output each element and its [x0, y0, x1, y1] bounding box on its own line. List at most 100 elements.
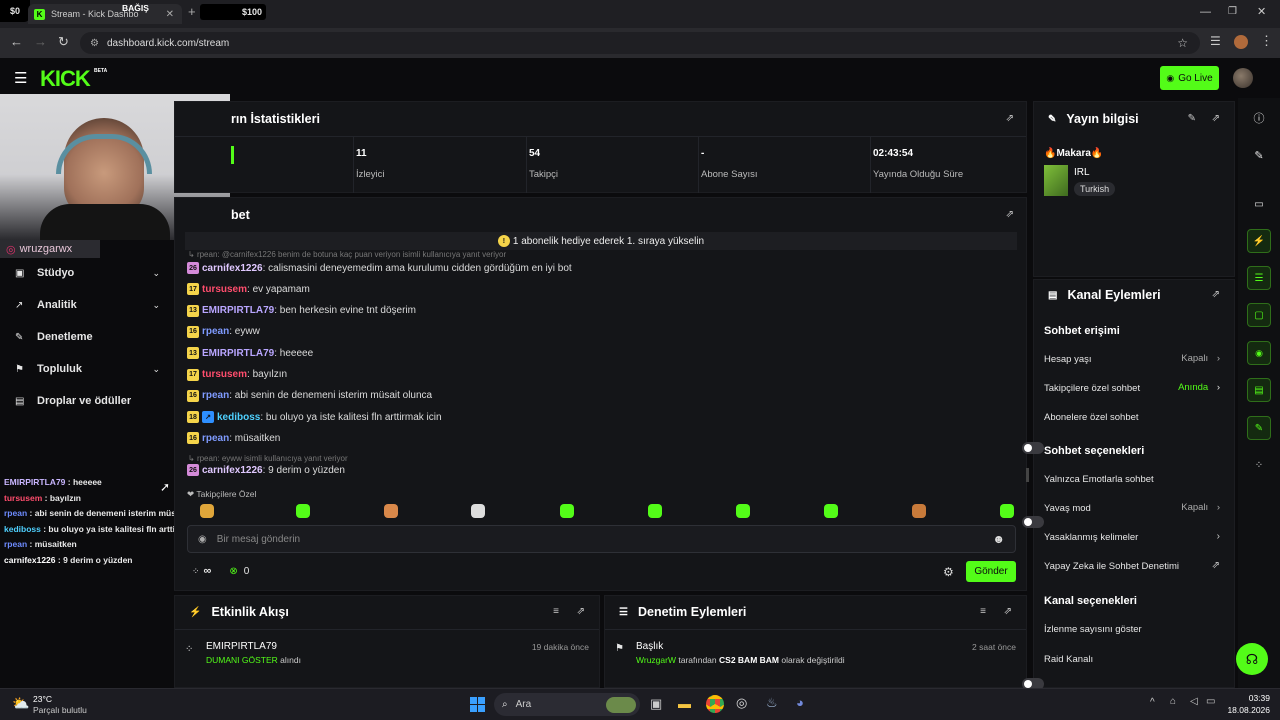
user-avatar[interactable]: [1233, 68, 1253, 88]
chat-username[interactable]: EMIRPIRTLA79: [202, 305, 274, 316]
volume-icon[interactable]: ◁: [1190, 696, 1198, 707]
chat-input[interactable]: ◉ Bir mesaj gönderin ☻: [187, 525, 1016, 553]
broadcast-icon[interactable]: ◉: [1247, 341, 1271, 365]
emote-icon[interactable]: [648, 504, 662, 518]
taskbar-search[interactable]: ⌕ Ara: [494, 693, 640, 716]
nav-item-studio[interactable]: ▣ Stüdyo ⌄: [15, 267, 160, 279]
support-chat-icon[interactable]: ☊: [1236, 643, 1268, 675]
go-live-button[interactable]: ◉ Go Live: [1160, 66, 1219, 90]
points-icon[interactable]: ⁘: [1247, 453, 1271, 477]
nav-item-community[interactable]: ⚑ Topluluk ⌄: [15, 363, 160, 375]
wrench-icon[interactable]: ✎: [1247, 416, 1271, 440]
emote-icon[interactable]: [296, 504, 310, 518]
banned-words-label[interactable]: Yasaklanmış kelimeler: [1044, 532, 1138, 543]
file-explorer-icon[interactable]: ▬: [678, 696, 691, 711]
channel-actions-icon[interactable]: ▤: [1247, 378, 1271, 402]
popout-icon[interactable]: ⇗: [1006, 113, 1014, 124]
discord-icon[interactable]: ◕: [796, 695, 804, 710]
chat-bubble-icon[interactable]: ▢: [1247, 303, 1271, 327]
emote-icon[interactable]: [736, 504, 750, 518]
chat-scrollbar[interactable]: [1026, 468, 1029, 482]
emote-icon[interactable]: [200, 504, 214, 518]
layout-icon[interactable]: ▭: [1247, 192, 1271, 216]
minimize-icon[interactable]: —: [1200, 6, 1211, 18]
account-age-select[interactable]: Kapalı ›: [1181, 353, 1220, 364]
network-icon[interactable]: ⌂: [1170, 696, 1176, 707]
chat-username[interactable]: rpean: [202, 326, 229, 337]
emote-icon[interactable]: [1000, 504, 1014, 518]
clock-date[interactable]: 18.08.2026: [1222, 705, 1270, 715]
url-field[interactable]: ⚙ dashboard.kick.com/stream ☆: [80, 32, 1200, 54]
profile-avatar[interactable]: [1234, 35, 1248, 49]
popout-icon[interactable]: ⇗: [1212, 113, 1220, 124]
category-thumbnail[interactable]: [1044, 165, 1068, 196]
browser-tab[interactable]: K Stream - Kick Dashbo ✕: [28, 4, 182, 24]
emote-only-toggle[interactable]: [1022, 516, 1044, 528]
new-tab-icon[interactable]: +: [188, 4, 196, 19]
reload-icon[interactable]: ↻: [58, 34, 69, 50]
popout-icon[interactable]: ⇗: [1006, 209, 1014, 220]
list-icon[interactable]: ☰: [1247, 266, 1271, 290]
stats-panel: rın İstatistikleri ⇗ 11 İzleyici 54 Takipçi…: [174, 101, 1027, 193]
extensions-icon[interactable]: ☰: [1210, 34, 1221, 48]
instagram-icon: ◎: [6, 243, 16, 256]
window-close-icon[interactable]: ✕: [1257, 5, 1266, 18]
emote-icon[interactable]: [824, 504, 838, 518]
channel-points[interactable]: ⁘ ∞ ⊗ 0: [192, 565, 249, 577]
nav-item-drops[interactable]: ▤ Droplar ve ödüller: [15, 395, 160, 407]
chevron-right-icon[interactable]: ›: [1217, 531, 1220, 542]
external-link-icon[interactable]: ⇗: [1212, 560, 1220, 571]
tray-chevron-icon[interactable]: ^: [1150, 697, 1155, 708]
site-info-icon[interactable]: ⚙: [90, 38, 99, 49]
chat-username[interactable]: carnifex1226: [202, 465, 263, 476]
kick-logo[interactable]: KICK: [40, 66, 91, 92]
popout-icon[interactable]: ⇗: [577, 606, 585, 617]
nav-item-moderation[interactable]: ✎ Denetleme: [15, 331, 160, 343]
chat-username[interactable]: EMIRPIRTLA79: [202, 348, 274, 359]
emote-icon[interactable]: [560, 504, 574, 518]
chat-username[interactable]: carnifex1226: [202, 263, 263, 274]
forward-icon[interactable]: →: [34, 34, 47, 49]
steam-icon[interactable]: ♨: [766, 695, 778, 711]
popout-icon[interactable]: ⇗: [1212, 289, 1220, 300]
windows-start-icon[interactable]: [470, 697, 485, 712]
info-icon[interactable]: ⓘ: [1247, 106, 1271, 130]
popout-icon[interactable]: ⇗: [1004, 606, 1012, 617]
filter-icon[interactable]: ≡: [553, 606, 559, 617]
tab-close-icon[interactable]: ✕: [166, 9, 174, 20]
stat-value: 02:43:54: [873, 148, 914, 159]
tag-pill[interactable]: Turkish: [1074, 182, 1116, 196]
filter-icon[interactable]: ≡: [980, 606, 986, 617]
task-view-icon[interactable]: ▣: [650, 696, 662, 712]
emote-icon[interactable]: [384, 504, 398, 518]
clock-time[interactable]: 03:39: [1230, 693, 1270, 703]
browser-menu-icon[interactable]: ⋮: [1260, 33, 1273, 49]
ai-moderation-label[interactable]: Yapay Zeka ile Sohbet Denetimi: [1044, 561, 1179, 572]
chat-username[interactable]: tursusem: [202, 284, 247, 295]
bookmark-star-icon[interactable]: ☆: [1177, 36, 1188, 50]
chat-settings-gear-icon[interactable]: ⚙: [943, 565, 954, 579]
back-icon[interactable]: ←: [10, 34, 23, 49]
emote-icon[interactable]: [912, 504, 926, 518]
maximize-icon[interactable]: ❐: [1228, 6, 1237, 17]
hamburger-menu-icon[interactable]: ☰: [14, 69, 27, 87]
edit-pencil-icon[interactable]: ✎: [1188, 113, 1196, 124]
obs-icon[interactable]: ◎: [736, 695, 747, 711]
category-name[interactable]: IRL: [1074, 167, 1090, 178]
chat-username[interactable]: tursusem: [202, 369, 247, 380]
emoji-picker-icon[interactable]: ☻: [992, 532, 1005, 546]
followers-only-select[interactable]: Anında ›: [1178, 382, 1220, 393]
pencil-icon[interactable]: ✎: [1247, 143, 1271, 167]
chat-username[interactable]: kediboss: [217, 412, 260, 423]
raid-channel-label[interactable]: Raid Kanalı: [1044, 654, 1093, 665]
send-button[interactable]: Gönder: [966, 561, 1016, 582]
chrome-icon[interactable]: [706, 695, 724, 713]
lightning-icon[interactable]: ⚡: [1247, 229, 1271, 253]
emote-icon[interactable]: [471, 504, 485, 518]
chat-username[interactable]: rpean: [202, 390, 229, 401]
slow-mode-select[interactable]: Kapalı ›: [1181, 502, 1220, 513]
nav-item-analytics[interactable]: ↗ Analitik ⌄: [15, 299, 160, 311]
subs-only-toggle[interactable]: [1022, 442, 1044, 454]
battery-icon[interactable]: ▭: [1206, 696, 1215, 707]
chat-username[interactable]: rpean: [202, 433, 229, 444]
